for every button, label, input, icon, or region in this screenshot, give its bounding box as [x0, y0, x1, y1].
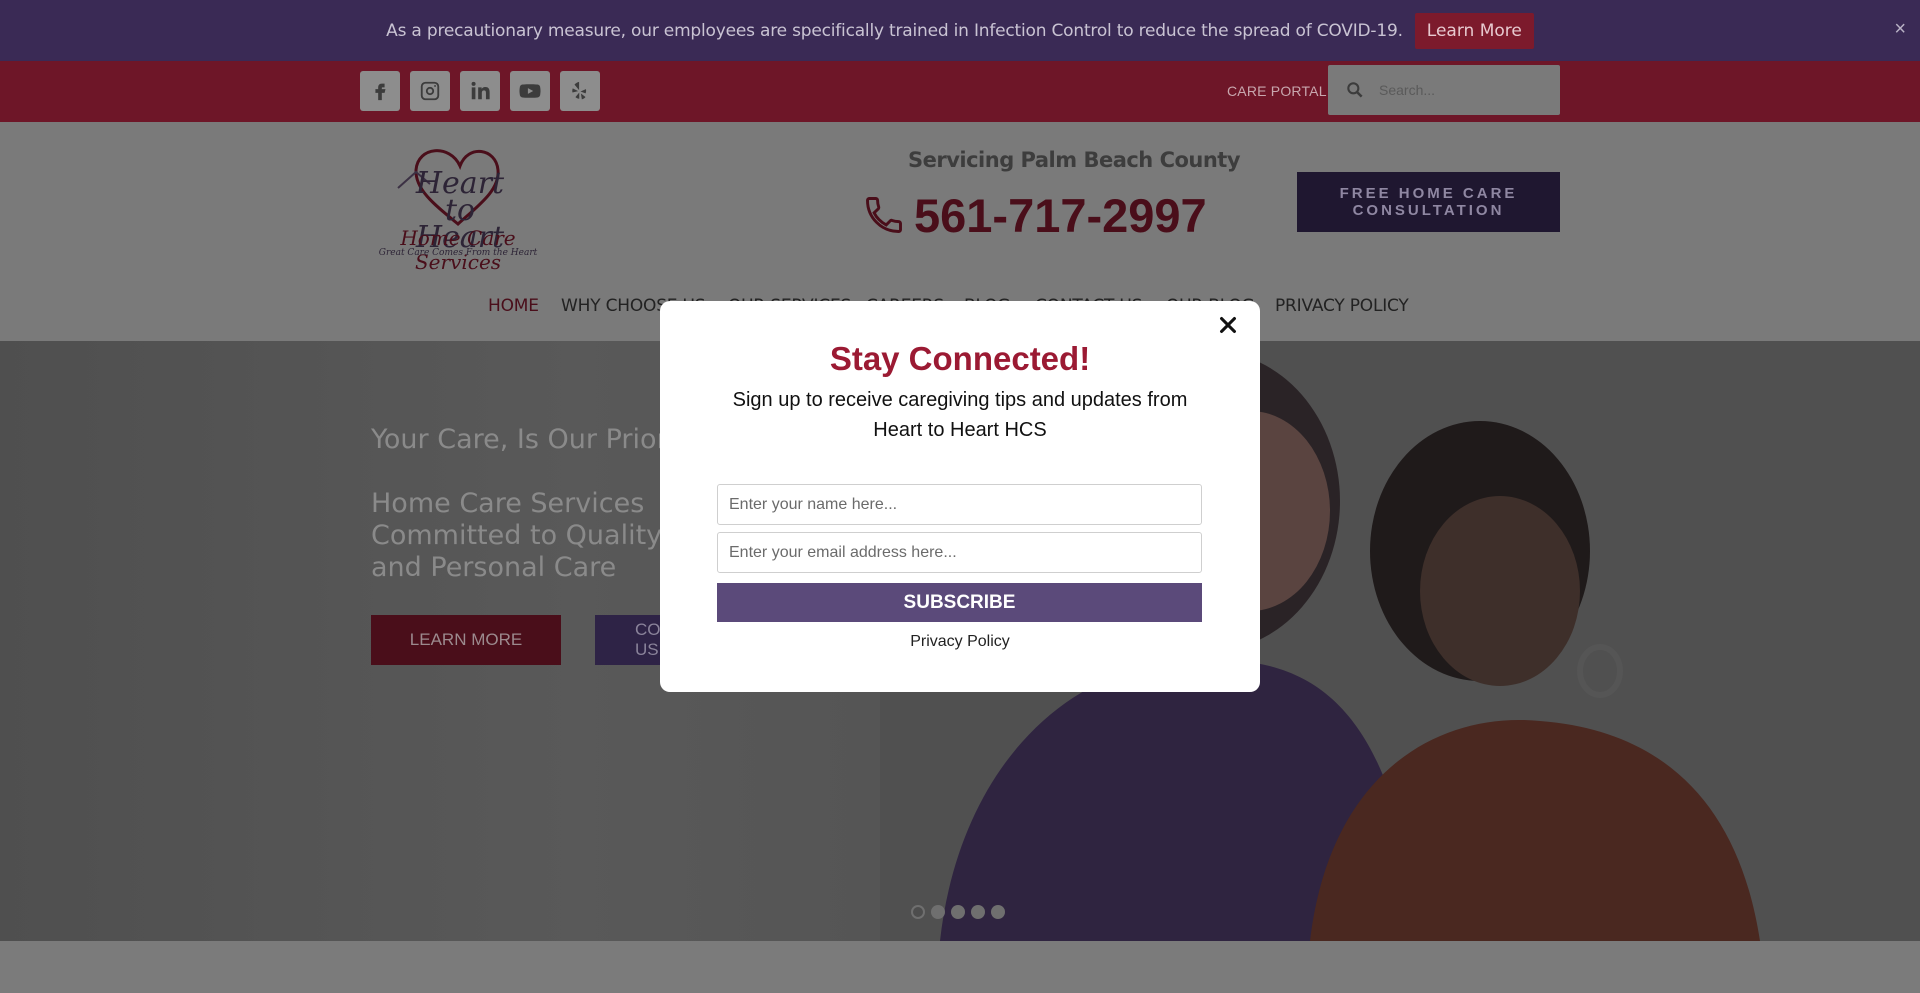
logo-tagline: Great Care Comes From the Heart — [378, 248, 538, 258]
logo-text-line1: Heart to — [415, 166, 505, 228]
youtube-icon[interactable] — [510, 71, 550, 111]
close-icon[interactable] — [1217, 314, 1239, 336]
phone-number[interactable]: 561-717-2997 — [914, 188, 1207, 243]
covid-notice-text: As a precautionary measure, our employee… — [386, 20, 1403, 41]
linkedin-icon[interactable] — [460, 71, 500, 111]
search-input[interactable]: Search... — [1379, 82, 1435, 98]
service-area-label: Servicing Palm Beach County — [908, 148, 1241, 172]
facebook-icon[interactable] — [360, 71, 400, 111]
logo[interactable]: Heart to Heart Home Care Services Great … — [358, 142, 558, 274]
care-portal-link[interactable]: CARE PORTAL — [1227, 83, 1327, 99]
hero-subheadline: Home Care Services Committed to Quality … — [371, 488, 663, 583]
social-icons — [360, 71, 600, 111]
slider-dots — [911, 905, 1005, 919]
search-icon — [1347, 82, 1363, 98]
instagram-icon[interactable] — [410, 71, 450, 111]
search-box[interactable]: Search... — [1328, 65, 1560, 115]
yelp-icon[interactable] — [560, 71, 600, 111]
nav-item-privacy-policy[interactable]: PRIVACY POLICY — [1275, 296, 1409, 316]
modal-subtitle: Sign up to receive caregiving tips and u… — [732, 389, 1188, 441]
slider-dot[interactable] — [971, 905, 985, 919]
phone-icon — [866, 197, 902, 233]
top-bar — [0, 61, 1920, 122]
privacy-policy-link[interactable]: Privacy Policy — [660, 633, 1260, 651]
slider-dot[interactable] — [931, 905, 945, 919]
free-consultation-button[interactable]: FREE HOME CARE CONSULTATION — [1297, 172, 1560, 232]
close-icon[interactable]: × — [1894, 18, 1906, 41]
name-field[interactable]: Enter your name here... — [717, 484, 1202, 525]
nav-item-home[interactable]: HOME — [488, 296, 539, 316]
slider-dot[interactable] — [951, 905, 965, 919]
slider-dot[interactable] — [911, 905, 925, 919]
email-field[interactable]: Enter your email address here... — [717, 532, 1202, 573]
modal-title: Stay Connected! — [829, 340, 1091, 377]
page-body-strip — [0, 941, 1920, 993]
subscribe-button[interactable]: SUBSCRIBE — [717, 583, 1202, 622]
hero-learn-more-button[interactable]: LEARN MORE — [371, 615, 561, 665]
hero-headline: Your Care, Is Our Priority — [371, 424, 702, 455]
covid-notice-bar: As a precautionary measure, our employee… — [0, 0, 1920, 61]
notice-learn-more-button[interactable]: Learn More — [1414, 12, 1534, 49]
slider-dot[interactable] — [991, 905, 1005, 919]
